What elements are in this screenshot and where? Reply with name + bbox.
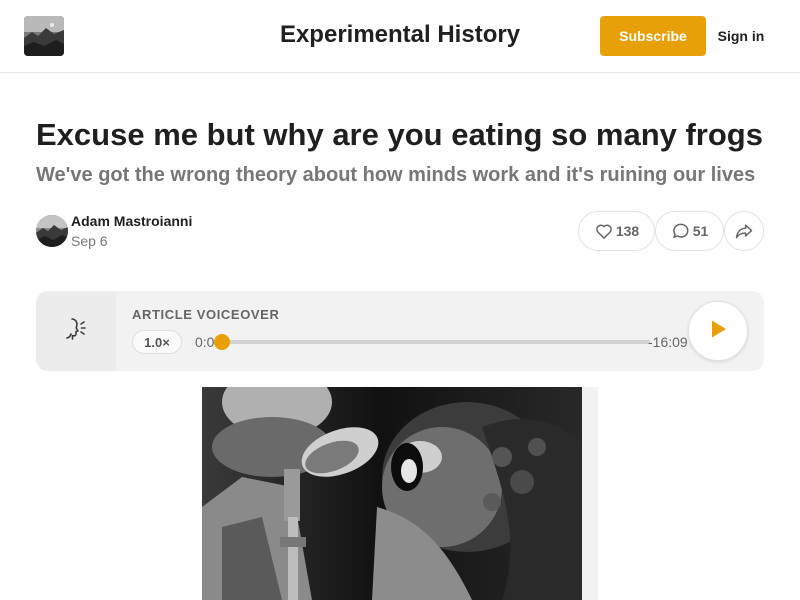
site-logo[interactable] bbox=[24, 16, 64, 56]
heart-icon bbox=[594, 221, 614, 241]
voiceover-icon bbox=[63, 316, 89, 347]
author-name[interactable]: Adam Mastroianni bbox=[71, 213, 192, 229]
progress-track[interactable] bbox=[214, 334, 650, 350]
playback-speed-button[interactable]: 1.0× bbox=[132, 330, 182, 354]
share-button[interactable] bbox=[724, 211, 764, 251]
play-button[interactable] bbox=[688, 301, 748, 361]
time-elapsed: 0:00 bbox=[195, 334, 215, 350]
like-count: 138 bbox=[615, 223, 640, 239]
post-date: Sep 6 bbox=[71, 233, 108, 249]
player-label: ARTICLE VOICEOVER bbox=[132, 307, 280, 322]
comment-count: 51 bbox=[692, 223, 709, 239]
site-header: Experimental History Subscribe Sign in bbox=[0, 0, 800, 73]
progress-handle[interactable] bbox=[214, 334, 230, 350]
voiceover-player: ARTICLE VOICEOVER 1.0× 0:00 -16:09 bbox=[36, 291, 764, 371]
comment-icon bbox=[671, 221, 691, 241]
sign-in-button[interactable]: Sign in bbox=[712, 16, 770, 56]
comment-button[interactable]: 51 bbox=[655, 211, 724, 251]
time-remaining: -16:09 bbox=[648, 334, 688, 350]
post-subtitle: We've got the wrong theory about how min… bbox=[36, 164, 756, 186]
subscribe-button[interactable]: Subscribe bbox=[600, 16, 706, 56]
hero-image bbox=[202, 387, 598, 600]
play-icon bbox=[707, 318, 729, 345]
post-title: Excuse me but why are you eating so many… bbox=[36, 117, 763, 152]
author-avatar[interactable] bbox=[36, 215, 68, 247]
voiceover-icon-box bbox=[36, 291, 116, 371]
share-icon bbox=[734, 221, 754, 241]
like-button[interactable]: 138 bbox=[578, 211, 655, 251]
